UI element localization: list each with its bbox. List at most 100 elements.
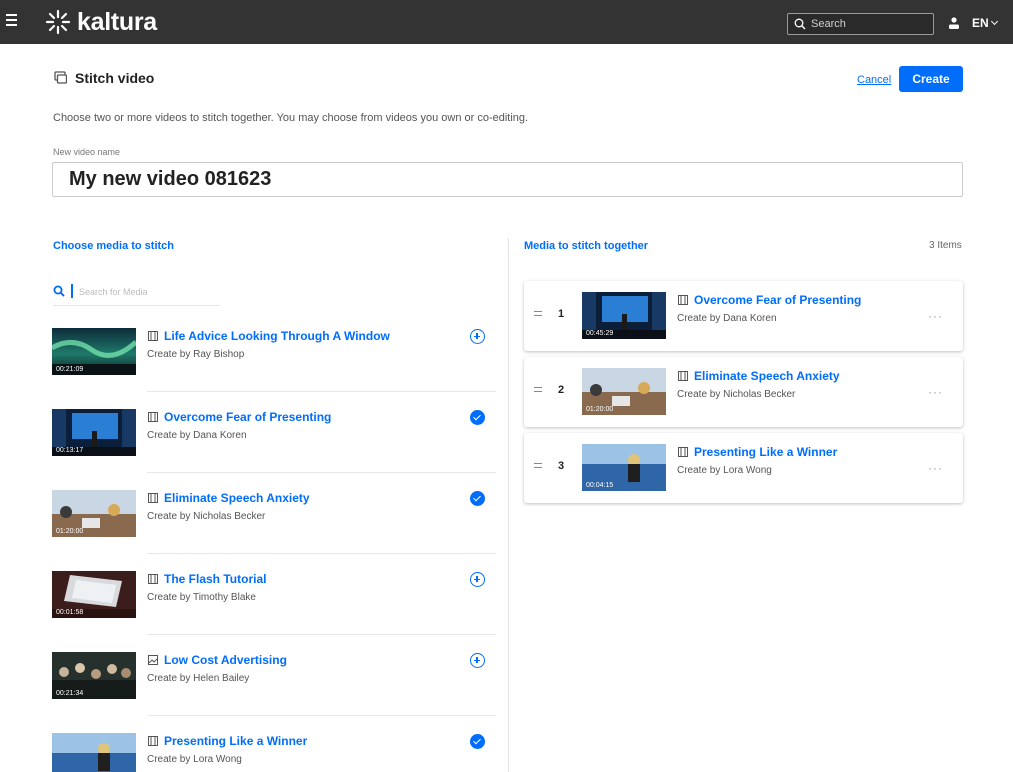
selected-checkmark-button[interactable]	[470, 491, 485, 506]
divider	[147, 634, 496, 635]
media-search-input[interactable]	[79, 284, 219, 300]
media-thumbnail[interactable]: 00:13:17	[52, 409, 136, 456]
media-creator: Create by Dana Koren	[677, 313, 777, 324]
media-thumbnail[interactable]: 00:21:34	[52, 652, 136, 699]
panel-divider	[508, 238, 509, 772]
list-item[interactable]: 00:21:34 Low Cost Advertising Create by …	[52, 634, 496, 715]
media-thumbnail: 00:04:15	[582, 444, 666, 491]
media-title[interactable]: Presenting Like a Winner	[694, 445, 837, 459]
media-title[interactable]: Low Cost Advertising	[164, 653, 287, 667]
stitch-video-icon	[54, 71, 67, 84]
selected-checkmark-button[interactable]	[470, 734, 485, 749]
image-icon	[148, 655, 158, 665]
cancel-button[interactable]: Cancel	[857, 74, 891, 86]
duration-badge: 01:20:00	[56, 528, 84, 535]
language-label: EN	[972, 16, 989, 30]
duration-badge: 00:45:29	[586, 330, 614, 337]
more-options-button[interactable]: ···	[928, 461, 943, 475]
stitch-order-number: 2	[558, 384, 565, 396]
add-media-button[interactable]	[470, 572, 485, 587]
drag-handle-icon[interactable]	[534, 463, 542, 469]
list-item[interactable]: 00:21:09 Life Advice Looking Through A W…	[52, 310, 496, 391]
global-search-input[interactable]	[811, 15, 929, 33]
video-icon	[678, 295, 688, 305]
video-name-label: New video name	[53, 147, 121, 157]
media-title[interactable]: Presenting Like a Winner	[164, 734, 307, 748]
video-name-input[interactable]	[52, 162, 963, 197]
media-title[interactable]: Life Advice Looking Through A Window	[164, 329, 390, 343]
more-options-button[interactable]: ···	[928, 309, 943, 323]
stitch-order-number: 3	[558, 460, 565, 472]
video-icon	[148, 574, 158, 584]
video-icon	[148, 412, 158, 422]
search-icon	[53, 285, 65, 297]
media-creator: Create by Timothy Blake	[147, 592, 256, 603]
stitch-card[interactable]: 2 01:20:00 Eliminate Speech Anxiety Crea…	[524, 357, 963, 427]
add-media-button[interactable]	[470, 653, 485, 668]
list-item[interactable]: 01:20:00 Eliminate Speech Anxiety Create…	[52, 472, 496, 553]
drag-handle-icon[interactable]	[534, 387, 542, 393]
media-creator: Create by Nicholas Becker	[677, 389, 796, 400]
list-item[interactable]: 00:13:17 Overcome Fear of Presenting Cre…	[52, 391, 496, 472]
kaltura-logo-icon[interactable]	[45, 9, 71, 35]
divider	[147, 472, 496, 473]
duration-badge: 00:21:09	[56, 366, 84, 373]
divider	[147, 553, 496, 554]
list-item[interactable]: 00:01:58 The Flash Tutorial Create by Ti…	[52, 553, 496, 634]
media-title[interactable]: Overcome Fear of Presenting	[164, 410, 331, 424]
duration-badge: 01:20:00	[586, 406, 614, 413]
drag-handle-icon[interactable]	[534, 311, 542, 317]
divider	[147, 715, 496, 716]
chevron-down-icon	[990, 17, 998, 26]
media-thumbnail[interactable]	[52, 733, 136, 772]
duration-badge: 00:21:34	[56, 690, 84, 697]
items-count: 3 Items	[929, 240, 962, 251]
media-creator: Create by Lora Wong	[677, 465, 772, 476]
duration-badge: 00:13:17	[56, 447, 84, 454]
duration-badge: 00:04:15	[586, 482, 614, 489]
more-options-button[interactable]: ···	[928, 385, 943, 399]
list-item[interactable]: Presenting Like a Winner Create by Lora …	[52, 715, 496, 772]
page-title: Stitch video	[75, 70, 155, 86]
stitch-card[interactable]: 1 00:45:29 Overcome Fear of Presenting C…	[524, 281, 963, 351]
media-thumbnail[interactable]: 01:20:00	[52, 490, 136, 537]
language-selector[interactable]: EN	[972, 16, 998, 30]
user-icon[interactable]	[949, 17, 959, 29]
text-cursor	[71, 284, 73, 298]
stitch-card[interactable]: 3 00:04:15 Presenting Like a Winner Crea…	[524, 433, 963, 503]
media-title[interactable]: The Flash Tutorial	[164, 572, 266, 586]
duration-badge: 00:01:58	[56, 609, 84, 616]
lakeside-thumbnail-image	[52, 733, 136, 772]
video-icon	[148, 493, 158, 503]
search-icon	[794, 18, 806, 30]
video-icon	[148, 331, 158, 341]
media-creator: Create by Lora Wong	[147, 754, 242, 765]
stitch-list-heading: Media to stitch together	[524, 240, 649, 252]
media-thumbnail[interactable]: 00:21:09	[52, 328, 136, 375]
media-title[interactable]: Eliminate Speech Anxiety	[164, 491, 310, 505]
video-icon	[678, 447, 688, 457]
global-search[interactable]	[787, 13, 934, 35]
stitch-order-number: 1	[558, 308, 565, 320]
page-description: Choose two or more videos to stitch toge…	[53, 112, 529, 124]
hamburger-menu-icon[interactable]	[6, 14, 17, 26]
media-thumbnail: 00:45:29	[582, 292, 666, 339]
add-media-button[interactable]	[470, 329, 485, 344]
create-button[interactable]: Create	[899, 66, 963, 92]
media-creator: Create by Helen Bailey	[147, 673, 250, 684]
media-search[interactable]	[53, 282, 220, 306]
media-creator: Create by Ray Bishop	[147, 349, 245, 360]
top-bar: kaltura EN	[0, 0, 1013, 44]
video-icon	[678, 371, 688, 381]
media-title[interactable]: Overcome Fear of Presenting	[694, 293, 861, 307]
media-creator: Create by Dana Koren	[147, 430, 247, 441]
brand-name[interactable]: kaltura	[77, 8, 157, 37]
media-creator: Create by Nicholas Becker	[147, 511, 266, 522]
media-thumbnail: 01:20:00	[582, 368, 666, 415]
video-icon	[148, 736, 158, 746]
divider	[147, 391, 496, 392]
choose-media-heading: Choose media to stitch	[53, 240, 175, 252]
media-thumbnail[interactable]: 00:01:58	[52, 571, 136, 618]
selected-checkmark-button[interactable]	[470, 410, 485, 425]
media-title[interactable]: Eliminate Speech Anxiety	[694, 369, 840, 383]
